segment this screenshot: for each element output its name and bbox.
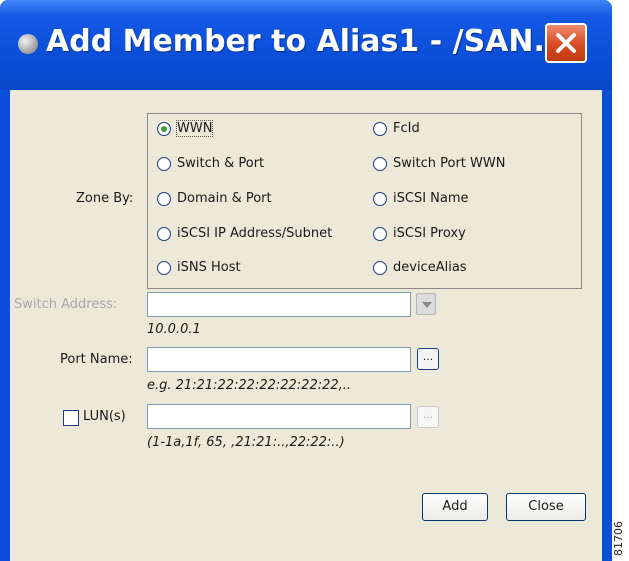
port-name-label: Port Name: [60, 352, 133, 367]
luns-checkbox[interactable] [63, 410, 79, 426]
radio-indicator [157, 226, 171, 241]
radio-wwn[interactable]: WWN [157, 120, 214, 137]
radio-indicator [373, 260, 387, 275]
title-bar[interactable]: Add Member to Alias1 - /SAN... [0, 0, 612, 90]
close-icon [556, 33, 576, 53]
dialog-content: Zone By: WWN FcId Switch & Port Switch P… [10, 90, 602, 561]
radio-device-alias[interactable]: deviceAlias [373, 260, 467, 275]
radio-fcid[interactable]: FcId [373, 121, 420, 136]
figure-number: 81706 [612, 521, 625, 556]
luns-label: LUN(s) [83, 409, 126, 424]
radio-indicator [157, 260, 171, 275]
port-name-input[interactable] [147, 347, 411, 372]
app-icon [18, 34, 38, 54]
luns-browse-button: ... [417, 406, 439, 428]
port-name-browse-button[interactable]: ... [417, 348, 439, 370]
radio-switch-and-port[interactable]: Switch & Port [157, 156, 264, 171]
luns-hint: (1-1a,1f, 65, ,21:21:..,22:22:..) [147, 435, 345, 450]
luns-input[interactable] [147, 404, 411, 429]
zone-by-label: Zone By: [76, 191, 134, 206]
switch-address-hint: 10.0.0.1 [147, 322, 201, 337]
radio-iscsi-ip-subnet[interactable]: iSCSI IP Address/Subnet [157, 226, 332, 241]
radio-indicator [373, 226, 387, 241]
port-name-hint: e.g. 21:21:22:22:22:22:22:22,.. [147, 378, 352, 393]
window-close-button[interactable] [545, 23, 587, 63]
switch-address-label: Switch Address: [14, 297, 118, 312]
close-button[interactable]: Close [506, 493, 586, 521]
radio-isns-host[interactable]: iSNS Host [157, 260, 241, 275]
switch-address-dropdown [416, 293, 436, 315]
radio-indicator [373, 121, 387, 136]
radio-domain-and-port[interactable]: Domain & Port [157, 191, 272, 206]
radio-indicator [157, 191, 171, 206]
window-title: Add Member to Alias1 - /SAN... [46, 24, 568, 59]
radio-indicator [157, 121, 171, 136]
add-button[interactable]: Add [422, 493, 488, 521]
switch-address-input [147, 292, 411, 317]
radio-indicator [373, 156, 387, 171]
zone-by-group: WWN FcId Switch & Port Switch Port WWN D… [147, 113, 582, 289]
radio-indicator [157, 156, 171, 171]
dialog-window: Add Member to Alias1 - /SAN... Zone By: … [0, 0, 612, 561]
radio-switch-port-wwn[interactable]: Switch Port WWN [373, 156, 505, 171]
radio-indicator [373, 191, 387, 206]
radio-iscsi-name[interactable]: iSCSI Name [373, 191, 469, 206]
radio-iscsi-proxy[interactable]: iSCSI Proxy [373, 226, 466, 241]
